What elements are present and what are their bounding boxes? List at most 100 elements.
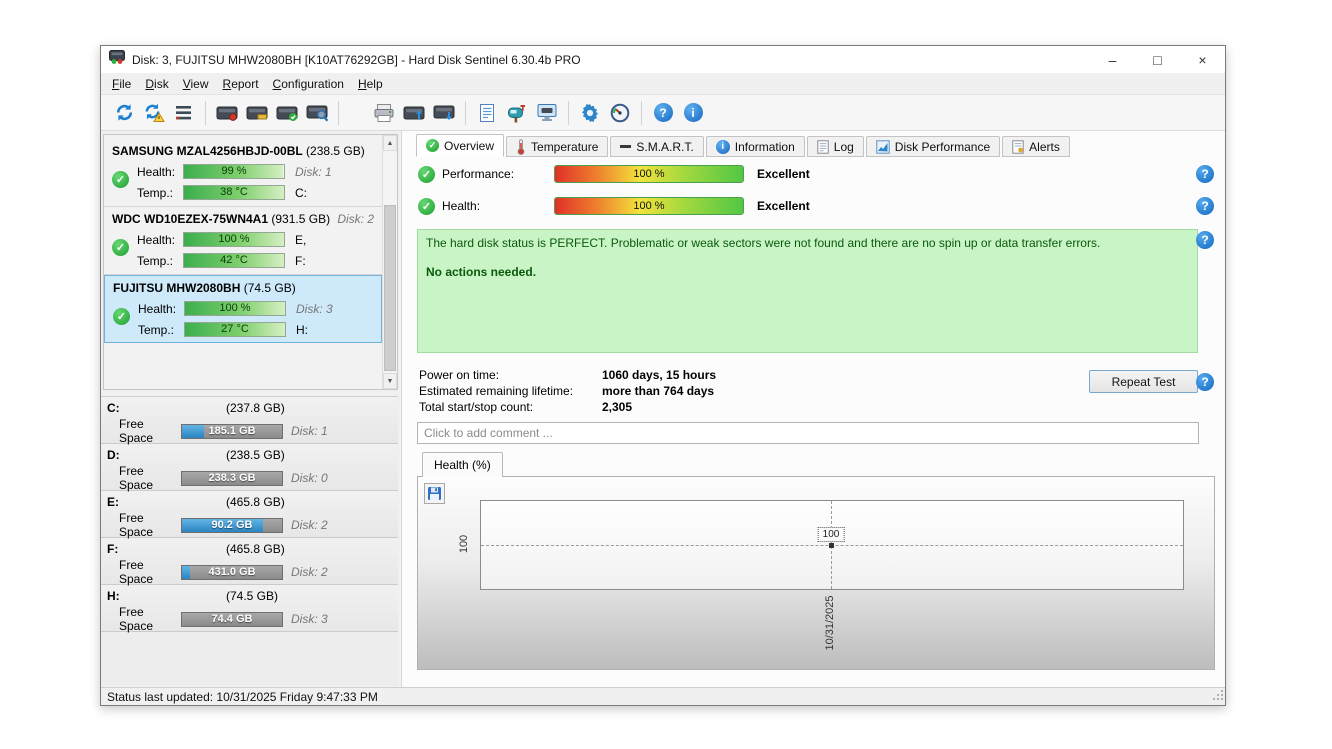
- quick-overview-button[interactable]: [169, 99, 199, 127]
- disk-size: (74.5 GB): [244, 281, 296, 295]
- about-button[interactable]: i: [678, 99, 708, 127]
- scroll-thumb[interactable]: [384, 205, 396, 371]
- tab-information[interactable]: i Information: [706, 136, 805, 157]
- print-report-button[interactable]: [369, 99, 399, 127]
- chart-data-point: [829, 543, 834, 548]
- temp-bar: 42 °C: [183, 253, 285, 268]
- tab-label: S.M.A.R.T.: [636, 140, 693, 154]
- scroll-up-button[interactable]: ▲: [383, 135, 397, 151]
- health-label: Health:: [137, 165, 181, 179]
- disk-item-fujitsu-selected[interactable]: FUJITSU MHW2080BH (74.5 GB) ✓ Health: 10…: [104, 275, 382, 343]
- settings-button[interactable]: [575, 99, 605, 127]
- performance-label: Performance:: [442, 167, 554, 181]
- tab-disk-performance[interactable]: Disk Performance: [866, 136, 1000, 157]
- scroll-down-button[interactable]: ▼: [383, 373, 397, 389]
- floppy-save-icon: [427, 486, 442, 501]
- info-icon: i: [684, 103, 703, 122]
- toolbar-separator: [465, 101, 466, 125]
- maximize-button[interactable]: □: [1135, 46, 1180, 73]
- health-chart-panel: 100 100 10/31/2025: [417, 476, 1215, 670]
- help-icon[interactable]: ?: [1196, 165, 1214, 183]
- disk-number-label: Disk: 1: [291, 424, 328, 438]
- health-chart-tab[interactable]: Health (%): [422, 452, 503, 477]
- menu-help[interactable]: Help: [351, 74, 390, 94]
- menu-disk[interactable]: Disk: [138, 74, 175, 94]
- disk-size: (238.5 GB): [306, 144, 365, 158]
- disk-number-label: Disk: 2: [337, 209, 374, 229]
- performance-bar: 100 %: [554, 165, 744, 183]
- partition-item-d[interactable]: D:(238.5 GB) Free Space 238.3 GB Disk: 0: [101, 444, 398, 491]
- app-icon: [109, 50, 125, 69]
- refresh-alert-icon: [143, 102, 165, 123]
- disk-down-arrow-icon: [433, 103, 455, 123]
- comment-input[interactable]: [417, 422, 1199, 444]
- tab-overview[interactable]: ✓ Overview: [416, 134, 504, 157]
- tab-alerts[interactable]: Alerts: [1002, 136, 1070, 157]
- disk-header: FUJITSU MHW2080BH (74.5 GB): [113, 278, 377, 298]
- help-icon[interactable]: ?: [1196, 231, 1214, 249]
- info-label: Power on time:: [419, 367, 602, 383]
- partition-item-h[interactable]: H:(74.5 GB) Free Space 74.4 GB Disk: 3: [101, 585, 398, 632]
- menu-view[interactable]: View: [176, 74, 216, 94]
- disk-control-red-button[interactable]: [212, 99, 242, 127]
- status-ok-icon: ✓: [418, 198, 435, 215]
- performance-chart-icon: [876, 140, 890, 154]
- help-button[interactable]: ?: [648, 99, 678, 127]
- toolbar: ? i: [101, 95, 1225, 131]
- partition-letter: F:: [107, 542, 118, 556]
- resize-grip[interactable]: [1212, 689, 1224, 704]
- info-value: 1060 days, 15 hours: [602, 367, 716, 383]
- send-report-mailbox-button[interactable]: [502, 99, 532, 127]
- tab-label: Disk Performance: [895, 140, 990, 154]
- menu-file[interactable]: File: [105, 74, 138, 94]
- tab-log[interactable]: Log: [807, 136, 864, 157]
- disk-list-scrollbar[interactable]: ▲ ▼: [382, 135, 397, 389]
- disk-item-wdc[interactable]: WDC WD10EZEX-75WN4A1 (931.5 GB) Disk: 2 …: [104, 207, 382, 275]
- report-viewer-button[interactable]: [472, 99, 502, 127]
- repeat-test-button[interactable]: Repeat Test: [1089, 370, 1198, 393]
- partition-size: (74.5 GB): [226, 585, 278, 607]
- disk-tested-ok-button[interactable]: [272, 99, 302, 127]
- drive-letter-label: C:: [295, 186, 307, 200]
- window-title: Disk: 3, FUJITSU MHW2080BH [K10AT76292GB…: [132, 53, 581, 67]
- disk-surface-test-button[interactable]: [302, 99, 332, 127]
- temp-bar: 38 °C: [183, 185, 285, 200]
- alerts-page-icon: [1012, 140, 1024, 154]
- remote-monitor-button[interactable]: [532, 99, 562, 127]
- screen: Disk: 3, FUJITSU MHW2080BH [K10AT76292GB…: [0, 0, 1332, 749]
- main-panel: ✓ Overview Temperature S.M.A.R.T. i Info…: [401, 131, 1225, 687]
- help-icon[interactable]: ?: [1196, 197, 1214, 215]
- menu-configuration[interactable]: Configuration: [266, 74, 351, 94]
- thermometer-icon: [516, 139, 526, 155]
- partition-item-c[interactable]: C:(237.8 GB) Free Space 185.1 GB Disk: 1: [101, 397, 398, 444]
- disk-report-save-button[interactable]: [429, 99, 459, 127]
- disk-item-samsung[interactable]: SAMSUNG MZAL4256HBJD-00BL (238.5 GB) ✓ H…: [104, 139, 382, 207]
- disk-control-acoustic-button[interactable]: [242, 99, 272, 127]
- partition-item-e[interactable]: E:(465.8 GB) Free Space 90.2 GB Disk: 2: [101, 491, 398, 538]
- menu-report[interactable]: Report: [216, 74, 266, 94]
- menubar: File Disk View Report Configuration Help: [101, 73, 1225, 95]
- refresh-alert-button[interactable]: [139, 99, 169, 127]
- help-icon[interactable]: ?: [1196, 373, 1214, 391]
- printer-icon: [373, 103, 395, 123]
- log-page-icon: [817, 140, 829, 154]
- save-chart-button[interactable]: [424, 483, 445, 504]
- disk-report-export-button[interactable]: [399, 99, 429, 127]
- partition-size: (238.5 GB): [226, 444, 285, 466]
- tab-smart[interactable]: S.M.A.R.T.: [610, 136, 703, 157]
- tab-temperature[interactable]: Temperature: [506, 136, 608, 157]
- health-row: ✓ Health: 100 % Excellent: [418, 194, 810, 218]
- refresh-disks-button[interactable]: [109, 99, 139, 127]
- free-space-label: Free Space: [119, 558, 181, 586]
- chart-point-label: 100: [818, 527, 845, 542]
- app-window: Disk: 3, FUJITSU MHW2080BH [K10AT76292GB…: [100, 45, 1226, 706]
- info-icon: i: [716, 140, 730, 154]
- partition-letter: E:: [107, 495, 119, 509]
- partition-item-f[interactable]: F:(465.8 GB) Free Space 431.0 GB Disk: 2: [101, 538, 398, 585]
- minimize-button[interactable]: –: [1090, 46, 1135, 73]
- preferences-button[interactable]: [605, 99, 635, 127]
- drive-letter-label: F:: [295, 254, 306, 268]
- report-lines-icon: [174, 104, 194, 122]
- temp-label: Temp.:: [137, 254, 181, 268]
- close-button[interactable]: ×: [1180, 46, 1225, 73]
